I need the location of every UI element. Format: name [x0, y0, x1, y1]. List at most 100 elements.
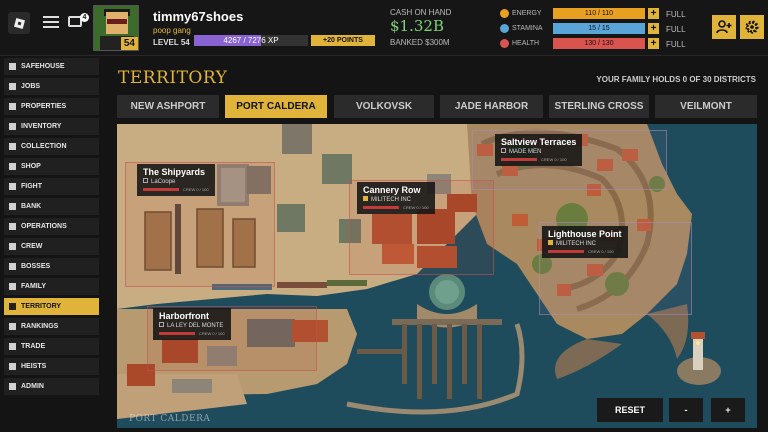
banked-value: BANKED $300M: [390, 38, 450, 47]
district-label-lighthouse-point[interactable]: Lighthouse Point MILITECH INC CREW 0 / 1…: [542, 226, 628, 258]
sidebar-item-crew[interactable]: CREW: [4, 238, 99, 255]
chat-button[interactable]: 4: [67, 11, 89, 31]
sidebar-item-rankings[interactable]: RANKINGS: [4, 318, 99, 335]
energy-label: ENERGY: [512, 10, 542, 17]
level-badge: 54: [120, 37, 138, 50]
stamina-label: STAMINA: [512, 25, 543, 32]
sidebar-item-label: ADMIN: [21, 383, 44, 390]
chat-badge: 4: [80, 13, 89, 22]
sidebar-item-label: JOBS: [21, 83, 41, 90]
sidebar-item-bank[interactable]: BANK: [4, 198, 99, 215]
crown-icon: [9, 263, 16, 270]
district-name: Cannery Row: [363, 185, 421, 195]
district-label-shipyards[interactable]: The Shipyards LaCoope CREW 0 / 100: [137, 164, 215, 196]
sidebar-item-family[interactable]: FAMILY: [4, 278, 99, 295]
sidebar-item-label: HEISTS: [21, 363, 47, 370]
bank-icon: [9, 203, 16, 210]
district-crew: CREW 0 / 100: [183, 187, 209, 192]
sidebar-item-label: PROPERTIES: [21, 103, 67, 110]
sidebar-item-label: BOSSES: [21, 263, 51, 270]
sidebar-item-label: RANKINGS: [21, 323, 59, 330]
tab-veilmont[interactable]: VEILMONT: [655, 95, 757, 118]
tab-jade-harbor[interactable]: JADE HARBOR: [440, 95, 543, 118]
district-label-cannery-row[interactable]: Cannery Row MILITECH INC CREW 0 / 100: [357, 182, 435, 214]
energy-value: 110 / 110: [584, 10, 614, 17]
sidebar-item-admin[interactable]: ADMIN: [4, 378, 99, 395]
district-crew: CREW 0 / 100: [541, 157, 567, 162]
flag-icon: [9, 303, 16, 310]
sidebar-nav: SAFEHOUSE JOBS PROPERTIES INVENTORY COLLECTI…: [4, 58, 99, 398]
sidebar-item-label: SAFEHOUSE: [21, 63, 65, 70]
tab-sterling-cross[interactable]: STERLING CROSS: [549, 95, 649, 118]
crew-bar: [501, 158, 537, 161]
sidebar-item-operations[interactable]: OPERATIONS: [4, 218, 99, 235]
health-refill-button[interactable]: +: [648, 38, 659, 49]
cart-icon: [9, 163, 16, 170]
sidebar-item-bosses[interactable]: BOSSES: [4, 258, 99, 275]
family-shield-icon: [363, 196, 368, 201]
friends-icon: [716, 20, 732, 34]
sidebar-item-inventory[interactable]: INVENTORY: [4, 118, 99, 135]
page-title: TERRITORY: [118, 68, 228, 88]
city-tabs: NEW ASHPORT PORT CALDERA VOLKOVSK JADE H…: [117, 95, 757, 119]
district-label-harborfront[interactable]: Harborfront LA LEY DEL MONTE CREW 0 / 10…: [153, 308, 231, 340]
sidebar-item-trade[interactable]: TRADE: [4, 338, 99, 355]
crew-bar: [143, 188, 179, 191]
district-name: Lighthouse Point: [548, 229, 622, 239]
district-owner: MILITECH INC: [371, 197, 412, 203]
top-bar: 4 54 timmy67shoes poop gang LEVEL 54 426…: [0, 0, 768, 56]
xp-text: 4267 / 7276 XP: [223, 36, 279, 45]
health-stat: HEALTH 130 / 130 + FULL: [500, 38, 700, 50]
sidebar-item-fight[interactable]: FIGHT: [4, 178, 99, 195]
sidebar-item-shop[interactable]: SHOP: [4, 158, 99, 175]
zoom-out-button[interactable]: -: [669, 398, 703, 422]
district-owner: LaCoope: [151, 179, 176, 185]
sidebar-item-heists[interactable]: HEISTS: [4, 358, 99, 375]
district-name: The Shipyards: [143, 167, 206, 177]
sidebar-item-collection[interactable]: COLLECTION: [4, 138, 99, 155]
health-status: FULL: [666, 40, 686, 49]
trade-icon: [9, 343, 16, 350]
gear-icon: [745, 20, 759, 34]
zoom-in-button[interactable]: +: [711, 398, 745, 422]
tab-new-ashport[interactable]: NEW ASHPORT: [117, 95, 219, 118]
settings-button[interactable]: [740, 15, 764, 39]
menu-button[interactable]: [42, 13, 60, 31]
sidebar-item-label: FAMILY: [21, 283, 47, 290]
sidebar-item-label: COLLECTION: [21, 143, 67, 150]
cash-label: CASH ON HAND: [390, 8, 452, 17]
districts-held-info: YOUR FAMILY HOLDS 0 OF 30 DISTRICTS: [596, 75, 756, 84]
health-icon: [500, 39, 509, 48]
swords-icon: [9, 183, 16, 190]
points-button[interactable]: +20 POINTS: [311, 35, 375, 46]
menu-icon: [43, 16, 59, 18]
health-value: 130 / 130: [584, 40, 614, 47]
territory-map[interactable]: The Shipyards LaCoope CREW 0 / 100 Canne…: [117, 124, 757, 428]
avatar[interactable]: 54: [93, 5, 139, 51]
crew-bar: [363, 206, 399, 209]
family-shield-icon: [548, 240, 553, 245]
tab-volkovsk[interactable]: VOLKOVSK: [334, 95, 434, 118]
district-label-saltview-terraces[interactable]: Saltview Terraces MADE MEN CREW 0 / 100: [495, 134, 583, 166]
sidebar-item-territory[interactable]: TERRITORY: [4, 298, 99, 315]
gang-name[interactable]: poop gang: [153, 26, 191, 35]
reset-map-button[interactable]: RESET: [597, 398, 663, 422]
sidebar-item-jobs[interactable]: JOBS: [4, 78, 99, 95]
sidebar-item-properties[interactable]: PROPERTIES: [4, 98, 99, 115]
building-icon: [9, 103, 16, 110]
district-owner: MADE MEN: [509, 149, 542, 155]
stamina-refill-button[interactable]: +: [648, 23, 659, 34]
friends-button[interactable]: [712, 15, 736, 39]
stamina-bar: 15 / 15: [553, 23, 645, 34]
energy-status: FULL: [666, 10, 686, 19]
box-icon: [9, 123, 16, 130]
stamina-value: 15 / 15: [588, 25, 610, 32]
sidebar-item-safehouse[interactable]: SAFEHOUSE: [4, 58, 99, 75]
chart-icon: [9, 323, 16, 330]
mask-icon: [9, 363, 16, 370]
health-bar: 130 / 130: [553, 38, 645, 49]
roblox-logo-button[interactable]: [8, 12, 30, 34]
tab-port-caldera[interactable]: PORT CALDERA: [225, 95, 327, 118]
cash-value: $1.32B: [390, 17, 444, 35]
energy-refill-button[interactable]: +: [648, 8, 659, 19]
